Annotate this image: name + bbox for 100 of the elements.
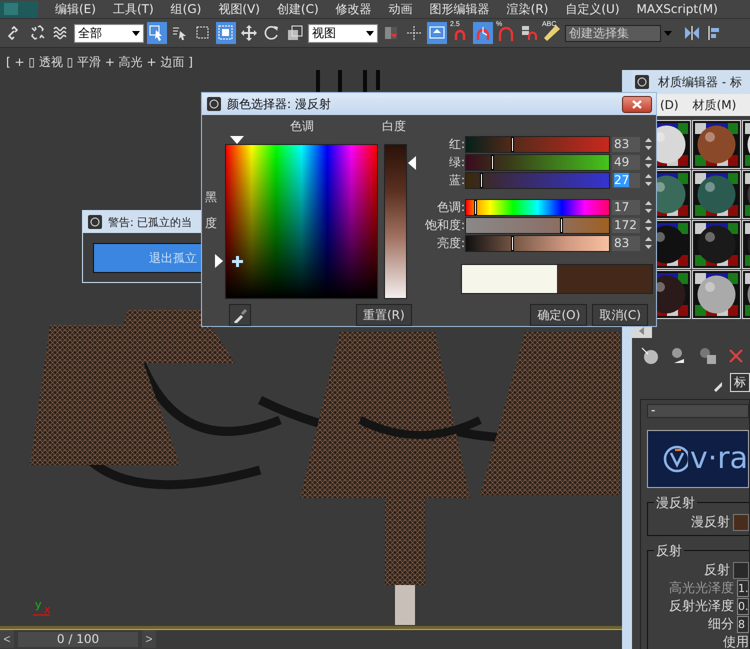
channel-slider[interactable] <box>465 216 610 234</box>
delete-icon[interactable] <box>727 347 745 365</box>
time-slider[interactable]: 0 / 100 <box>18 632 138 646</box>
spinner-icon[interactable] <box>643 235 654 251</box>
color-swatch[interactable] <box>733 562 749 578</box>
parameter-label: 细分 <box>708 616 734 633</box>
whiteness-label: 白度 <box>382 118 406 135</box>
channel-label: 绿: <box>448 154 465 170</box>
spinner-icon[interactable] <box>643 217 654 233</box>
spinner-magnet-icon <box>520 24 538 42</box>
channel-slider[interactable] <box>465 136 610 152</box>
spinner-icon[interactable] <box>643 172 654 188</box>
slider-thumb[interactable] <box>480 172 483 188</box>
material-slot[interactable] <box>693 171 740 218</box>
menu-item[interactable]: 组(G) <box>170 0 202 18</box>
close-icon <box>632 100 642 108</box>
menu-item[interactable]: (D) <box>660 98 679 112</box>
color-swatch[interactable] <box>733 514 749 530</box>
channel-slider[interactable] <box>465 172 610 188</box>
menu-item[interactable]: 自定义(U) <box>565 0 620 18</box>
dialog-title: 警告: 已孤立的当 <box>108 214 192 230</box>
slider-thumb[interactable] <box>491 154 494 170</box>
value-field[interactable]: 49 <box>612 154 640 170</box>
channel-slider[interactable] <box>465 198 610 216</box>
close-button[interactable] <box>622 96 652 112</box>
checker-sphere-icon[interactable] <box>640 346 660 366</box>
menu-item[interactable]: 渲染(R) <box>506 0 548 18</box>
app-logo-icon <box>634 74 650 90</box>
sphere-cube-icon[interactable] <box>698 346 718 366</box>
eyedropper-icon <box>233 307 247 323</box>
value-field[interactable]: 172 <box>612 218 640 232</box>
slider-thumb[interactable] <box>560 218 563 232</box>
menu-item[interactable]: MAXScript(M) <box>636 2 718 16</box>
named-selection-field[interactable]: 创建选择集 <box>565 24 661 42</box>
ok-button[interactable]: 确定(O) <box>530 304 588 326</box>
rotate-icon <box>263 24 281 42</box>
group-title: 漫反射 <box>654 494 697 512</box>
mirror-icon <box>683 24 701 42</box>
channel-label: 色调: <box>436 198 465 216</box>
material-name-field[interactable]: 标 <box>730 373 750 392</box>
axis-label: y <box>35 598 42 611</box>
menu-item[interactable]: 材质(M) <box>692 96 736 114</box>
spinner-icon[interactable] <box>643 136 654 152</box>
menu-item[interactable]: 图形编辑器 <box>430 0 490 18</box>
slider-thumb[interactable] <box>474 200 477 214</box>
unlink-icon <box>29 24 47 42</box>
crosshair-icon <box>405 24 423 42</box>
menu-item[interactable]: 工具(T) <box>112 0 154 18</box>
material-slot[interactable] <box>693 221 740 268</box>
menu-item[interactable]: 动画 <box>388 0 413 18</box>
dialog-title: 颜色选择器: 漫反射 <box>227 96 332 112</box>
circle-v-icon <box>662 444 688 474</box>
reset-button[interactable]: 重置(R) <box>356 304 412 326</box>
caret-icon <box>366 30 374 36</box>
previous-frame-button[interactable]: < <box>0 630 14 648</box>
window-crossing-icon <box>217 24 235 42</box>
viewport-label[interactable]: [ + ▯ 透视 ▯ 平滑 + 高光 + 边面 ] <box>0 48 750 70</box>
rollout-header[interactable]: - <box>647 404 749 418</box>
material-slot[interactable] <box>693 121 740 168</box>
menu-item[interactable]: 编辑(E) <box>55 0 96 18</box>
eyedropper-button[interactable] <box>229 304 251 326</box>
scale-icon <box>286 24 304 42</box>
blackness-label: 黑度 <box>205 189 217 232</box>
dropdown[interactable]: 视图 <box>308 24 378 42</box>
toolbar-button[interactable] <box>473 22 493 44</box>
parameter-label: 反射光泽度 <box>669 598 734 615</box>
channel-slider[interactable] <box>465 234 610 252</box>
value-field[interactable]: 8 <box>737 616 749 632</box>
material-slot[interactable] <box>693 271 740 318</box>
slider-thumb[interactable] <box>511 136 514 152</box>
percent-magnet-icon <box>497 24 515 42</box>
group-title: 反射 <box>654 542 684 560</box>
spinner-icon[interactable] <box>643 199 654 215</box>
app-logo-icon <box>87 214 103 230</box>
logo-text: v·ra <box>690 444 748 474</box>
move-icon <box>240 24 258 42</box>
hue-label: 色调 <box>290 118 314 135</box>
slider-thumb[interactable] <box>511 236 514 250</box>
value-field[interactable]: 83 <box>612 236 640 250</box>
menu-item[interactable]: 修改器 <box>336 0 372 18</box>
value-field[interactable]: 17 <box>612 200 640 214</box>
toolbar-button[interactable] <box>239 22 259 44</box>
channel-label: 蓝: <box>448 172 465 188</box>
parameter-label: 使用 <box>723 634 749 649</box>
menu-item[interactable]: 视图(V) <box>218 0 260 18</box>
channel-slider[interactable] <box>465 154 610 170</box>
channel-label: 亮度: <box>436 234 465 252</box>
cancel-button[interactable]: 取消(C) <box>592 304 648 326</box>
menu-item[interactable]: 创建(C) <box>276 0 319 18</box>
window-title: 材质编辑器 - 标 <box>658 74 742 90</box>
spinner-icon[interactable] <box>643 154 654 170</box>
value-field[interactable]: 83 <box>612 136 640 152</box>
value-field[interactable]: 0. <box>737 598 749 614</box>
app-logo-icon <box>206 96 222 112</box>
blackness-marker[interactable] <box>215 254 223 268</box>
lamp-stem <box>395 585 415 625</box>
dropdown[interactable]: 全部 <box>74 24 144 42</box>
parameter-label: 反射 <box>704 562 730 579</box>
angle-magnet-icon <box>474 24 492 42</box>
next-frame-button[interactable]: > <box>142 630 156 648</box>
